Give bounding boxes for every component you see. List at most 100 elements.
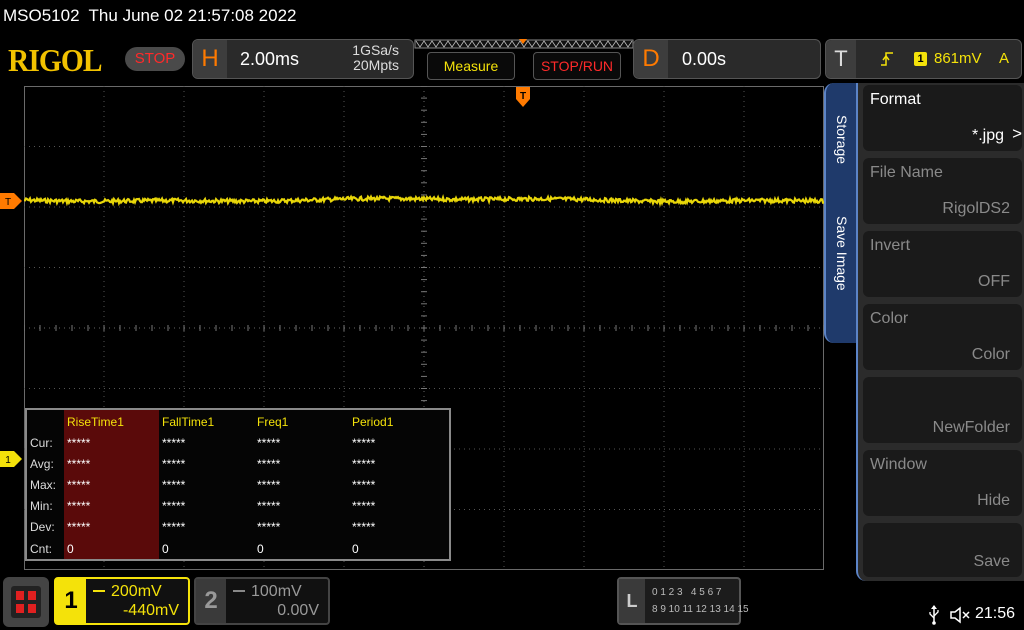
timebase-value: 2.00ms bbox=[240, 49, 300, 69]
table-cell: ***** bbox=[162, 436, 186, 450]
menu-item-value: OFF bbox=[978, 273, 1010, 290]
logic-analyzer-control[interactable]: L 0 1 2 3 4 5 6 7 8 9 10 11 12 13 14 15 bbox=[617, 577, 749, 625]
channel-2-badge: 2 bbox=[196, 579, 226, 623]
menu-item-title: Invert bbox=[870, 237, 911, 254]
column-header[interactable]: Period1 bbox=[352, 412, 393, 432]
table-cell: ***** bbox=[67, 436, 91, 450]
row-label: Cnt: bbox=[30, 542, 53, 556]
menu-item-file-name[interactable]: File Name RigolDS2 bbox=[863, 158, 1022, 224]
trigger-level-label: T bbox=[5, 197, 11, 208]
la-channels-row-2: 8 9 10 11 12 13 14 15 bbox=[652, 604, 749, 615]
menu-item-value: Save bbox=[973, 553, 1010, 570]
table-cell: ***** bbox=[67, 499, 91, 513]
delay-control[interactable]: D 0.00s bbox=[633, 39, 821, 79]
chevron-right-icon: > bbox=[1012, 124, 1022, 143]
table-cell: ***** bbox=[257, 520, 281, 534]
channel-1-scale: 200mV bbox=[111, 583, 162, 600]
row-label: Avg: bbox=[30, 457, 54, 471]
datetime: Thu June 02 21:57:08 2022 bbox=[88, 6, 297, 25]
ch1-trace bbox=[24, 194, 824, 208]
menu-item-color[interactable]: Color Color bbox=[863, 304, 1022, 370]
model-name: MSO5102 bbox=[3, 6, 80, 25]
menu-item-value: NewFolder bbox=[932, 419, 1010, 436]
table-cell: ***** bbox=[257, 478, 281, 492]
column-header[interactable]: RiseTime1 bbox=[67, 412, 124, 432]
menu-item-value: Color bbox=[971, 346, 1010, 363]
menu-item-window[interactable]: Window Hide bbox=[863, 450, 1022, 516]
channel-1-offset: -440mV bbox=[122, 602, 179, 619]
ch1-offset-marker[interactable]: 1 bbox=[0, 451, 22, 467]
channel-2-offset: 0.00V bbox=[277, 602, 319, 619]
tab-save-image[interactable]: Save Image bbox=[826, 216, 858, 316]
table-cell: ***** bbox=[257, 436, 281, 450]
column-header[interactable]: Freq1 bbox=[257, 412, 288, 432]
table-cell: ***** bbox=[352, 436, 376, 450]
channel-1-badge: 1 bbox=[56, 579, 86, 623]
table-row: Cur: ***** ***** ***** ***** bbox=[27, 433, 449, 453]
trigger-source-badge: 1 bbox=[914, 52, 927, 66]
table-row: Avg: ***** ***** ***** ***** bbox=[27, 454, 449, 474]
menu-item-new-folder[interactable]: NewFolder bbox=[863, 377, 1022, 443]
table-row: Min: ***** ***** ***** ***** bbox=[27, 496, 449, 516]
table-row: Cnt: 0 0 0 0 bbox=[27, 539, 449, 559]
delay-value: 0.00s bbox=[682, 49, 727, 69]
table-row: Dev: ***** ***** ***** ***** bbox=[27, 517, 449, 537]
table-cell: ***** bbox=[162, 457, 186, 471]
menu-item-title: Format bbox=[870, 91, 921, 108]
trigger-key[interactable]: T bbox=[826, 40, 856, 78]
tab-storage-label: Storage bbox=[834, 115, 850, 165]
menu-item-value: RigolDS2 bbox=[942, 200, 1010, 217]
trigger-level: 861mV bbox=[934, 50, 982, 67]
menu-item-title: File Name bbox=[870, 164, 943, 181]
row-label: Cur: bbox=[30, 436, 53, 450]
dc-coupling-icon bbox=[93, 590, 105, 595]
usb-icon bbox=[929, 605, 939, 625]
column-header[interactable]: FallTime1 bbox=[162, 412, 214, 432]
sample-rate: 1GSa/s bbox=[352, 42, 399, 58]
horizontal-key[interactable]: H bbox=[193, 40, 227, 78]
menu-item-save[interactable]: Save bbox=[863, 523, 1022, 577]
rigol-logo: RIGOL bbox=[8, 42, 102, 78]
la-key[interactable]: L bbox=[619, 579, 645, 623]
table-cell: ***** bbox=[162, 478, 186, 492]
table-cell: ***** bbox=[67, 478, 91, 492]
status-area: 21:56 bbox=[928, 602, 1024, 628]
speaker-muted-icon[interactable] bbox=[950, 606, 970, 624]
menu-grid-icon bbox=[11, 586, 41, 618]
main-menu-button[interactable] bbox=[3, 577, 49, 627]
save-image-menu: Format *.jpg > File Name RigolDS2 Invert… bbox=[856, 83, 1024, 581]
table-cell: 0 bbox=[352, 542, 359, 556]
trigger-edge-icon bbox=[881, 52, 893, 66]
memory-depth: 20Mpts bbox=[353, 57, 399, 73]
title-bar: MSO5102 Thu June 02 21:57:08 2022 bbox=[0, 0, 1024, 32]
tab-save-image-label: Save Image bbox=[834, 216, 850, 291]
la-channels-row-1: 0 1 2 3 4 5 6 7 bbox=[652, 587, 722, 598]
table-cell: ***** bbox=[162, 499, 186, 513]
row-label: Dev: bbox=[30, 520, 55, 534]
menu-item-title: Color bbox=[870, 310, 909, 327]
tab-storage[interactable]: Storage bbox=[826, 115, 858, 205]
channel-1-control[interactable]: 1 200mV -440mV bbox=[54, 577, 190, 625]
table-row: Max: ***** ***** ***** ***** bbox=[27, 475, 449, 495]
trigger-control[interactable]: T 1 861mV A bbox=[825, 39, 1022, 79]
table-cell: ***** bbox=[352, 499, 376, 513]
menu-item-format[interactable]: Format *.jpg > bbox=[863, 85, 1022, 151]
table-cell: 0 bbox=[257, 542, 264, 556]
trigger-marker-icon[interactable]: T bbox=[516, 87, 530, 107]
channel-2-control[interactable]: 2 100mV 0.00V bbox=[194, 577, 330, 625]
table-cell: ***** bbox=[352, 478, 376, 492]
horizontal-control[interactable]: H 2.00ms 1GSa/s 20Mpts bbox=[192, 39, 414, 79]
menu-item-value: Hide bbox=[977, 492, 1010, 509]
trigger-level-marker[interactable]: T bbox=[0, 193, 22, 209]
run-state-badge: STOP bbox=[125, 47, 185, 71]
measure-button[interactable]: Measure bbox=[427, 52, 515, 80]
menu-item-invert[interactable]: Invert OFF bbox=[863, 231, 1022, 297]
trigger-top-label: T bbox=[520, 91, 526, 102]
acquisition-info: 1GSa/s 20Mpts bbox=[352, 43, 399, 73]
table-cell: ***** bbox=[67, 457, 91, 471]
stop-run-button[interactable]: STOP/RUN bbox=[533, 52, 621, 80]
table-cell: ***** bbox=[67, 520, 91, 534]
row-label: Max: bbox=[30, 478, 57, 492]
channel-2-scale: 100mV bbox=[251, 583, 302, 600]
delay-key[interactable]: D bbox=[634, 40, 668, 78]
